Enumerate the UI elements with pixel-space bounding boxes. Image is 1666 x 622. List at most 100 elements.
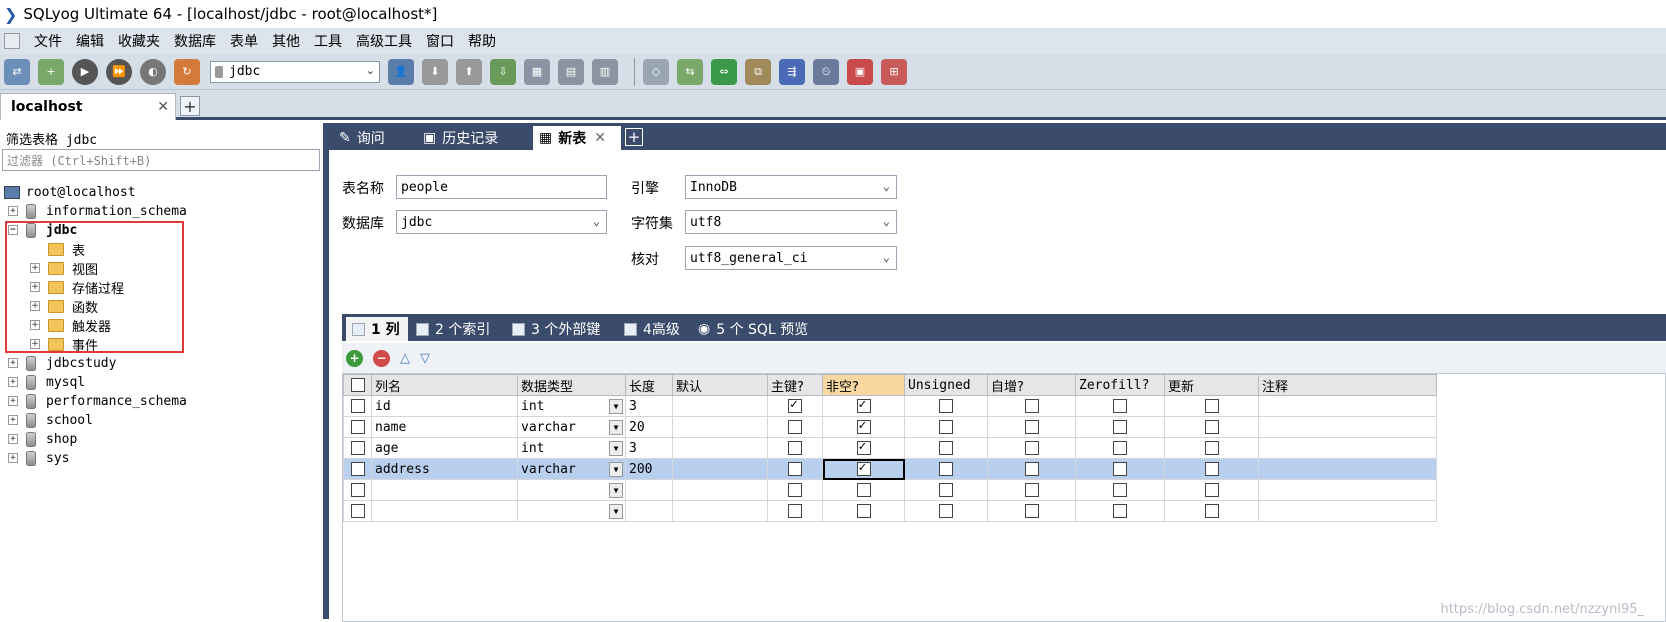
row-select[interactable] <box>343 458 372 480</box>
move-down-icon[interactable]: ▽ <box>420 351 430 366</box>
refresh-icon[interactable]: ↻ <box>174 58 200 85</box>
expand-icon[interactable]: + <box>8 396 18 406</box>
cell-default[interactable] <box>672 437 768 459</box>
checkbox[interactable] <box>939 504 953 518</box>
close-icon[interactable]: ✕ <box>157 99 169 115</box>
checkbox[interactable] <box>939 399 953 413</box>
tree-db-performance-schema[interactable]: + performance_schema <box>8 392 187 410</box>
tree-db-information-schema[interactable]: + information_schema <box>8 202 187 220</box>
cell-auto-increment[interactable] <box>987 479 1076 501</box>
copy-database-icon[interactable]: ⧉ <box>745 58 771 85</box>
cell-comment[interactable] <box>1258 437 1437 459</box>
table-name-input[interactable]: people <box>396 175 607 199</box>
menu-help[interactable]: 帮助 <box>468 31 496 51</box>
cell-on-update[interactable] <box>1164 458 1259 480</box>
cell-column-name[interactable]: address <box>371 458 518 480</box>
tab-columns[interactable]: 1 列 <box>346 317 408 341</box>
expand-icon[interactable]: + <box>8 358 18 368</box>
checkbox[interactable] <box>1113 420 1127 434</box>
cell-not-null[interactable] <box>822 416 905 438</box>
checkbox[interactable] <box>788 420 802 434</box>
new-query-icon[interactable]: + <box>38 58 64 85</box>
checkbox[interactable] <box>1024 399 1039 413</box>
checkbox[interactable] <box>856 439 871 455</box>
cell-data-type[interactable]: ▼ <box>517 500 626 522</box>
charset-select[interactable]: utf8 ⌄ <box>685 210 897 234</box>
checkbox[interactable] <box>788 504 802 518</box>
checkbox[interactable] <box>939 420 953 434</box>
sql-formatter-icon[interactable]: ◇ <box>643 58 669 85</box>
query-builder-icon[interactable]: ▤ <box>558 58 584 85</box>
tab-sql-preview[interactable]: ◉ 5 个 SQL 预览 <box>692 317 822 341</box>
cell-on-update[interactable] <box>1164 479 1259 501</box>
checkbox[interactable] <box>1113 462 1127 476</box>
cell-zerofill[interactable] <box>1075 458 1165 480</box>
table-row[interactable]: name varchar ▼ 20 <box>343 416 1437 438</box>
cell-primary-key[interactable] <box>767 479 823 501</box>
cell-not-null[interactable] <box>822 479 905 501</box>
cell-data-type[interactable]: varchar ▼ <box>517 458 626 480</box>
tab-new-table[interactable]: ▦ 新表 ✕ <box>533 126 621 150</box>
expand-icon[interactable]: + <box>8 453 18 463</box>
cell-auto-increment[interactable] <box>987 458 1076 480</box>
row-select[interactable] <box>343 437 372 459</box>
checkbox[interactable] <box>1113 399 1127 413</box>
checkbox[interactable] <box>1113 441 1127 455</box>
database-select[interactable]: jdbc ⌄ <box>396 210 607 234</box>
restore-icon[interactable]: ⬆ <box>456 58 482 85</box>
data-sync-icon[interactable]: ⇆ <box>677 58 703 85</box>
cell-zerofill[interactable] <box>1075 437 1165 459</box>
menu-tools[interactable]: 工具 <box>314 31 342 51</box>
cell-length[interactable]: 20 <box>625 416 673 438</box>
cell-unsigned[interactable] <box>904 458 988 480</box>
row-select[interactable] <box>343 395 372 417</box>
checkbox[interactable] <box>350 378 365 392</box>
row-select[interactable] <box>343 416 372 438</box>
cell-comment[interactable] <box>1258 479 1437 501</box>
menu-advanced-tools[interactable]: 高级工具 <box>356 31 412 51</box>
checkbox[interactable] <box>856 418 871 434</box>
checkbox[interactable] <box>1024 462 1039 476</box>
database-selector[interactable]: jdbc ⌄ <box>210 60 380 83</box>
cell-default[interactable] <box>672 479 768 501</box>
checkbox[interactable] <box>1204 399 1219 413</box>
menu-window[interactable]: 窗口 <box>426 31 454 51</box>
table-row[interactable]: age int ▼ 3 <box>343 437 1437 459</box>
expand-icon[interactable]: + <box>8 434 18 444</box>
checkbox[interactable] <box>856 504 871 518</box>
cell-zerofill[interactable] <box>1075 416 1165 438</box>
dropdown-icon[interactable]: ▼ <box>609 419 623 435</box>
export-icon[interactable]: ▥ <box>592 58 618 85</box>
tab-indexes[interactable]: 2 个索引 <box>410 317 502 341</box>
checkbox[interactable] <box>788 462 802 476</box>
checkbox[interactable] <box>939 483 953 497</box>
schema-sync-icon[interactable]: ⇔ <box>711 58 737 85</box>
menu-other[interactable]: 其他 <box>272 31 300 51</box>
cell-default[interactable] <box>672 500 768 522</box>
checkbox[interactable] <box>939 441 953 455</box>
checkbox[interactable] <box>1204 441 1219 455</box>
cell-default[interactable] <box>672 395 768 417</box>
menu-favorites[interactable]: 收藏夹 <box>118 31 160 51</box>
expand-icon[interactable]: + <box>8 377 18 387</box>
checkbox[interactable] <box>939 462 953 476</box>
cell-unsigned[interactable] <box>904 437 988 459</box>
dropdown-icon[interactable]: ▼ <box>609 398 623 414</box>
cell-default[interactable] <box>672 416 768 438</box>
row-select[interactable] <box>343 500 372 522</box>
menu-edit[interactable]: 编辑 <box>76 31 104 51</box>
delete-row-icon[interactable]: − <box>373 349 390 367</box>
dropdown-icon[interactable]: ▼ <box>609 503 623 519</box>
checkbox[interactable] <box>1204 462 1219 476</box>
collation-select[interactable]: utf8_general_ci ⌄ <box>685 246 897 270</box>
checkbox[interactable] <box>1204 483 1219 497</box>
checkbox[interactable] <box>1024 441 1039 455</box>
cell-not-null[interactable] <box>822 500 905 522</box>
cell-unsigned[interactable] <box>904 500 988 522</box>
cell-comment[interactable] <box>1258 395 1437 417</box>
checkbox[interactable] <box>1113 483 1127 497</box>
dropdown-icon[interactable]: ▼ <box>609 482 623 498</box>
menu-table[interactable]: 表单 <box>230 31 258 51</box>
cell-on-update[interactable] <box>1164 395 1259 417</box>
cell-zerofill[interactable] <box>1075 500 1165 522</box>
